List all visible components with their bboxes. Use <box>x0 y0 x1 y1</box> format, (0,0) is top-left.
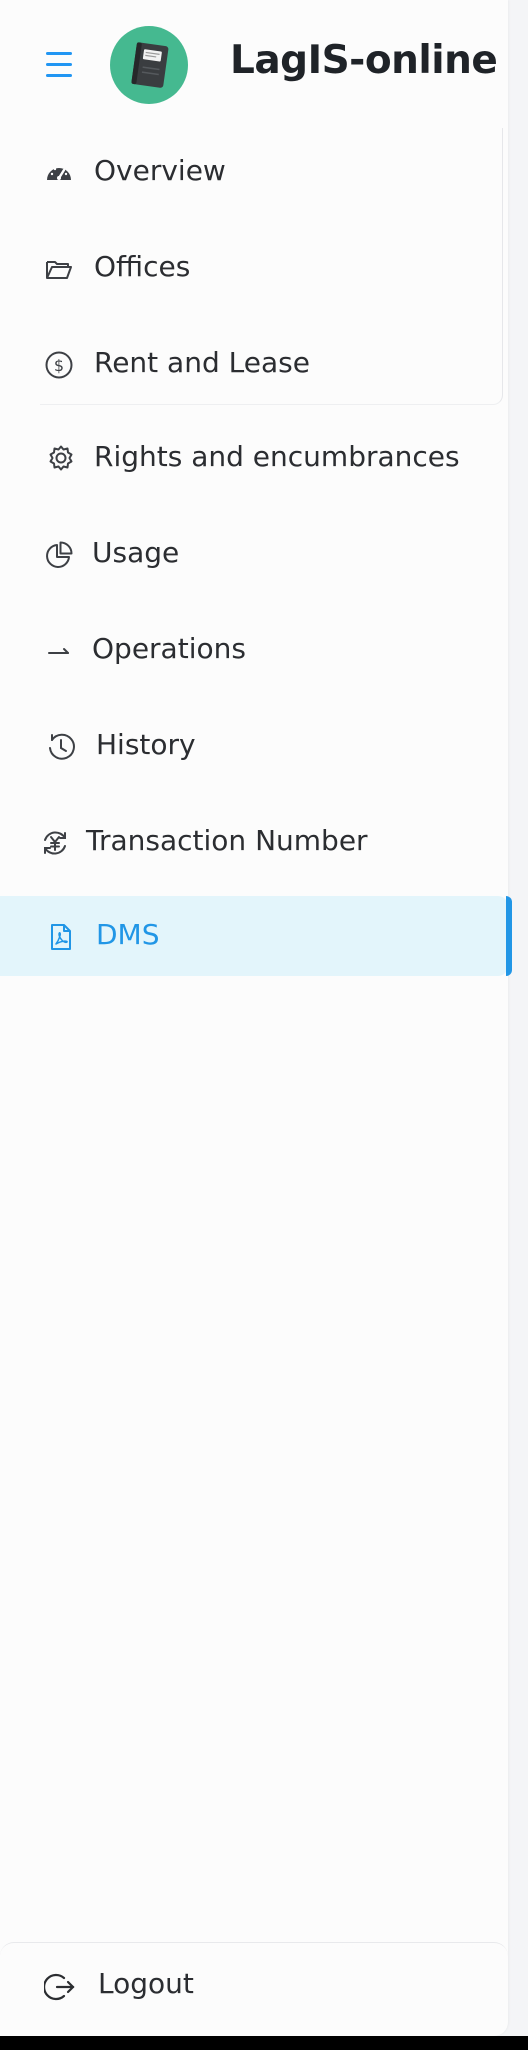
nav-item-history[interactable]: History <box>0 706 508 786</box>
gear-icon <box>46 444 76 474</box>
nav-item-label: Rights and encumbrances <box>94 440 460 473</box>
clock-history-icon <box>46 732 76 762</box>
nav-item-rent-and-lease[interactable]: $ Rent and Lease <box>0 324 508 404</box>
sidebar-header: LagIS-online <box>0 0 508 128</box>
notebook-icon <box>131 42 169 88</box>
menu-line <box>46 52 72 55</box>
nav-item-offices[interactable]: Offices <box>0 228 508 308</box>
folder-open-icon <box>44 254 74 284</box>
nav-item-overview[interactable]: Overview <box>0 132 508 212</box>
nav-item-operations[interactable]: Operations <box>0 610 508 690</box>
nav-item-label: Operations <box>92 632 246 665</box>
logout-button[interactable]: Logout <box>0 1945 508 2025</box>
dollar-circle-icon: $ <box>44 350 74 380</box>
nav-item-label: Overview <box>94 154 226 187</box>
logout-label: Logout <box>98 1967 194 2000</box>
dashboard-gauge-icon <box>44 158 74 188</box>
svg-text:$: $ <box>54 356 64 375</box>
app-logo[interactable] <box>110 26 188 104</box>
nav-item-label: DMS <box>96 918 160 951</box>
app-background: LagIS-online Overview Offices $ Rent and… <box>0 0 528 2036</box>
nav-item-label: Usage <box>92 536 180 569</box>
nav-item-usage[interactable]: Usage <box>0 514 508 594</box>
nav-item-label: Transaction Number <box>86 824 368 857</box>
nav-item-transaction-number[interactable]: Transaction Number <box>0 802 508 882</box>
nav-item-dms[interactable]: DMS <box>0 896 512 976</box>
hamburger-menu-button[interactable] <box>42 50 76 80</box>
logout-icon <box>42 1971 76 2003</box>
arrow-right-icon <box>44 636 74 666</box>
nav-item-label: Offices <box>94 250 191 283</box>
active-indicator <box>506 896 512 976</box>
yen-exchange-icon <box>40 828 70 858</box>
pdf-file-icon <box>46 922 76 952</box>
nav-item-label: History <box>96 728 196 761</box>
nav-item-rights-and-encumbrances[interactable]: Rights and encumbrances <box>0 418 508 498</box>
app-title: LagIS-online <box>230 38 498 83</box>
nav-item-label: Rent and Lease <box>94 346 310 379</box>
sidebar-footer: Logout <box>0 1942 508 2037</box>
menu-line <box>46 74 72 77</box>
menu-line <box>46 63 72 66</box>
pie-chart-icon <box>44 540 74 570</box>
sidebar: LagIS-online Overview Offices $ Rent and… <box>0 0 512 2037</box>
